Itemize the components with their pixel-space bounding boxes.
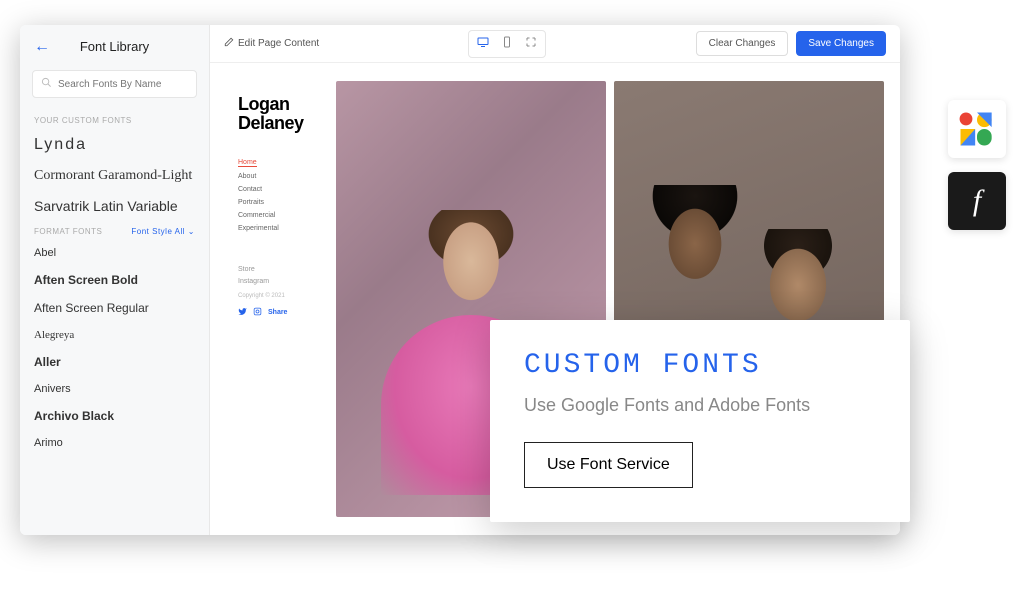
device-preview-toggle [468, 30, 546, 58]
share-link[interactable]: Share [268, 309, 287, 316]
adobe-fonts-badge[interactable]: f [948, 172, 1006, 230]
social-icons-row: Share [238, 307, 322, 318]
font-library-sidebar: ← Font Library YOUR CUSTOM FONTS Lynda C… [20, 25, 210, 535]
font-item-alegreya[interactable]: Alegreya [20, 322, 209, 348]
copyright-text: Copyright © 2021 [238, 293, 322, 299]
secondary-link-instagram[interactable]: Instagram [238, 278, 322, 285]
font-item-lynda[interactable]: Lynda [20, 129, 209, 161]
font-search-input[interactable] [58, 79, 188, 90]
font-item-anivers[interactable]: Anivers [20, 376, 209, 402]
expand-icon [525, 36, 537, 51]
nav-link-home[interactable]: Home [238, 159, 257, 167]
font-item-sarvatrik[interactable]: Sarvatrik Latin Variable [20, 191, 209, 221]
mobile-preview-button[interactable] [495, 33, 519, 55]
desktop-icon [477, 36, 489, 51]
desktop-preview-button[interactable] [471, 33, 495, 55]
secondary-link-store[interactable]: Store [238, 266, 322, 273]
mobile-icon [501, 36, 513, 51]
fullscreen-preview-button[interactable] [519, 33, 543, 55]
font-item-aller[interactable]: Aller [20, 348, 209, 376]
site-title-line2: Delaney [238, 114, 322, 133]
custom-fonts-section-label: YOUR CUSTOM FONTS [20, 110, 209, 129]
section-label-text: FORMAT FONTS [34, 227, 102, 236]
font-item-aften-regular[interactable]: Aften Screen Regular [20, 294, 209, 322]
twitter-icon[interactable] [238, 307, 247, 318]
font-item-cormorant[interactable]: Cormorant Garamond-Light [20, 161, 209, 191]
sidebar-title: Font Library [80, 39, 149, 54]
nav-link-commercial[interactable]: Commercial [238, 212, 322, 219]
filter-label-text: Font Style [131, 227, 172, 236]
site-title: Logan Delaney [238, 95, 322, 133]
chevron-down-icon: ⌄ [188, 227, 195, 236]
section-label-text: YOUR CUSTOM FONTS [34, 116, 132, 125]
custom-fonts-promo-card: CUSTOM FONTS Use Google Fonts and Adobe … [490, 320, 910, 522]
filter-value-text: All [175, 227, 185, 236]
search-icon [41, 77, 52, 91]
font-item-abel[interactable]: Abel [20, 240, 209, 266]
promo-heading: CUSTOM FONTS [524, 350, 876, 381]
edit-page-content-link[interactable]: Edit Page Content [224, 37, 319, 50]
font-service-badges: f [948, 100, 1006, 230]
font-item-aften-bold[interactable]: Aften Screen Bold [20, 266, 209, 294]
sidebar-header: ← Font Library [20, 35, 209, 64]
font-item-arimo[interactable]: Arimo [20, 430, 209, 456]
save-changes-button[interactable]: Save Changes [796, 31, 886, 56]
google-fonts-badge[interactable] [948, 100, 1006, 158]
instagram-icon[interactable] [253, 307, 262, 318]
font-search-box[interactable] [32, 70, 197, 98]
format-fonts-section-label: FORMAT FONTS Font Style All ⌄ [20, 221, 209, 240]
nav-link-contact[interactable]: Contact [238, 186, 322, 193]
use-font-service-button[interactable]: Use Font Service [524, 442, 693, 488]
edit-label-text: Edit Page Content [238, 38, 319, 49]
font-item-archivo-black[interactable]: Archivo Black [20, 402, 209, 430]
back-arrow-icon[interactable]: ← [34, 38, 50, 56]
google-fonts-icon [955, 107, 999, 151]
site-title-line1: Logan [238, 95, 322, 114]
nav-link-about[interactable]: About [238, 173, 322, 180]
nav-link-experimental[interactable]: Experimental [238, 225, 322, 232]
font-style-filter[interactable]: Font Style All ⌄ [131, 227, 195, 236]
clear-changes-button[interactable]: Clear Changes [696, 31, 789, 56]
site-preview-nav: Logan Delaney Home About Contact Portrai… [226, 81, 326, 517]
nav-link-portraits[interactable]: Portraits [238, 199, 322, 206]
editor-toolbar: Edit Page Content Clear Changes Save Cha… [210, 25, 900, 63]
pencil-icon [224, 37, 234, 50]
adobe-fonts-icon: f [973, 184, 981, 218]
promo-subheading: Use Google Fonts and Adobe Fonts [524, 395, 876, 416]
